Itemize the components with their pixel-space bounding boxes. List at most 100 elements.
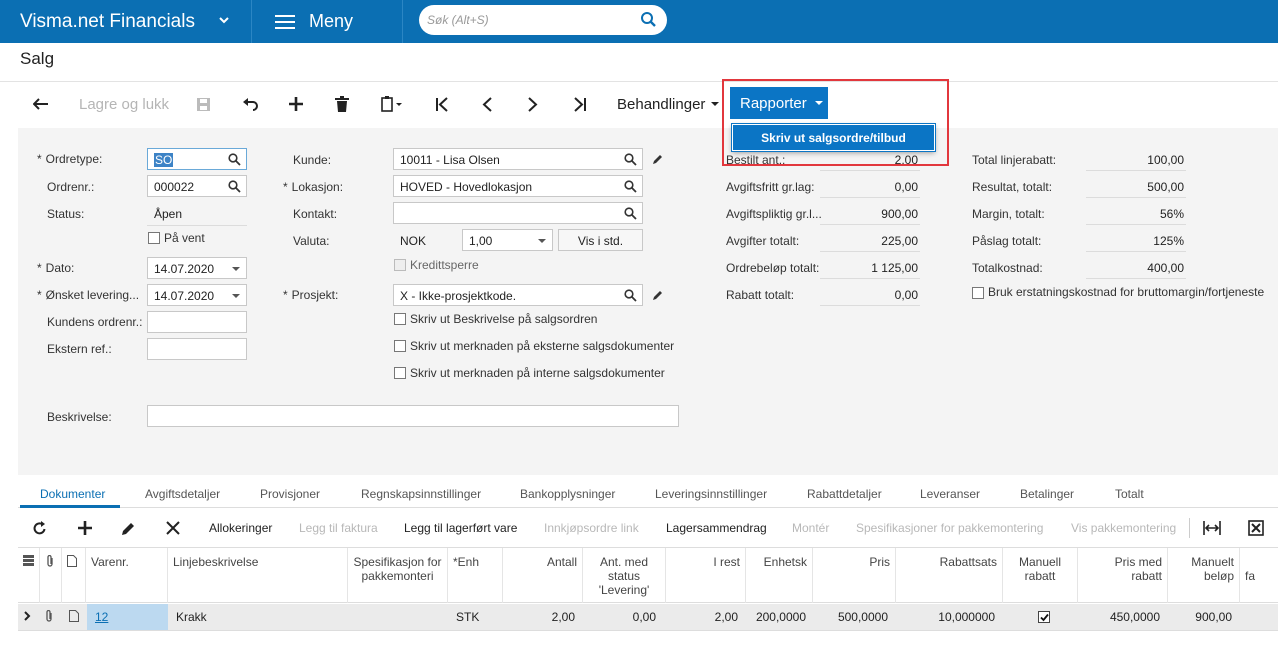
caret-down-icon[interactable]	[232, 294, 240, 298]
caret-down-icon[interactable]	[232, 267, 240, 271]
save-close-button[interactable]: Lagre og lukk	[79, 90, 169, 118]
col-linjebeskrivelse[interactable]: Linjebeskrivelse	[168, 548, 348, 603]
last-record-button[interactable]	[573, 90, 587, 118]
onsket-levering-field[interactable]: 14.07.2020	[147, 284, 247, 306]
delete-button[interactable]	[335, 90, 349, 118]
tab-leveringsinnstillinger[interactable]: Leveringsinnstillinger	[655, 487, 767, 501]
fit-columns-button[interactable]	[1203, 517, 1221, 539]
paperclip-icon[interactable]	[44, 604, 54, 630]
ekstern-ref-field[interactable]	[147, 338, 247, 360]
row-selector-header[interactable]	[18, 548, 40, 603]
col-enh[interactable]: *Enh	[448, 548, 503, 603]
copy-paste-button[interactable]	[381, 90, 403, 118]
ordrenr-field[interactable]: 000022	[147, 175, 247, 197]
dato-field[interactable]: 14.07.2020	[147, 257, 247, 279]
col-i-rest[interactable]: I rest	[666, 548, 746, 603]
cb-eksterne[interactable]	[394, 340, 406, 352]
edit-icon[interactable]	[652, 289, 664, 301]
kurs-field[interactable]: 1,00	[462, 229, 553, 251]
search-icon[interactable]	[624, 289, 637, 302]
varenr-link[interactable]: 12	[87, 604, 168, 630]
col-pris[interactable]: Pris	[813, 548, 896, 603]
caret-down-icon[interactable]	[538, 239, 546, 243]
table-row[interactable]: 12 Krakk STK 2,00 0,00 2,00 200,0000 500…	[18, 604, 1278, 631]
row-expand-icon[interactable]	[24, 604, 31, 630]
note-icon[interactable]	[69, 604, 79, 630]
undo-button[interactable]	[242, 90, 259, 118]
app-switcher[interactable]: Visma.net Financials	[0, 0, 252, 43]
col-spesifikasjon[interactable]: Spesifikasjon for pakkemonteri	[348, 548, 448, 603]
tab-bankopplysninger[interactable]: Bankopplysninger	[520, 487, 615, 501]
refresh-button[interactable]	[32, 517, 47, 539]
spesifikasjoner-button[interactable]: Spesifikasjoner for pakkemontering	[856, 517, 1043, 539]
cell-ant-levering[interactable]: 0,00	[583, 604, 656, 630]
behandlinger-menu[interactable]: Behandlinger	[617, 90, 720, 118]
monter-button[interactable]: Montér	[792, 517, 829, 539]
col-antall[interactable]: Antall	[503, 548, 583, 603]
tab-betalinger[interactable]: Betalinger	[1020, 487, 1074, 501]
search-icon[interactable]	[624, 207, 637, 220]
kontakt-field[interactable]	[393, 202, 643, 224]
manuell-rabatt-checkbox[interactable]	[1038, 604, 1050, 630]
add-button[interactable]	[289, 90, 303, 118]
kundens-ordrenr-field[interactable]	[147, 311, 247, 333]
search-icon[interactable]	[640, 11, 657, 28]
beskrivelse-field[interactable]	[147, 405, 679, 427]
rapporter-menu[interactable]: Rapporter	[730, 87, 828, 119]
col-rabattsats[interactable]: Rabattsats	[896, 548, 1003, 603]
bruk-erstatning-checkbox[interactable]	[972, 287, 984, 299]
tab-provisjoner[interactable]: Provisjoner	[260, 487, 320, 501]
skriv-ut-salgsordre-menu-item[interactable]: Skriv ut salgsordre/tilbud	[731, 123, 936, 152]
search-icon[interactable]	[624, 180, 637, 193]
pavent-checkbox[interactable]	[148, 232, 160, 244]
cell-enh[interactable]: STK	[456, 604, 479, 630]
export-excel-button[interactable]	[1248, 517, 1264, 539]
tab-avgiftsdetaljer[interactable]: Avgiftsdetaljer	[145, 487, 220, 501]
tab-dokumenter[interactable]: Dokumenter	[40, 487, 105, 501]
cell-i-rest[interactable]: 2,00	[666, 604, 738, 630]
col-truncated[interactable]: fa	[1240, 548, 1278, 603]
innkjopsordre-link-button[interactable]: Innkjøpsordre link	[544, 517, 639, 539]
search-icon[interactable]	[228, 180, 241, 193]
cell-pris[interactable]: 500,0000	[813, 604, 888, 630]
cb-interne[interactable]	[394, 367, 406, 379]
lokasjon-field[interactable]: HOVED - Hovedlokasjon	[393, 175, 643, 197]
next-record-button[interactable]	[528, 90, 538, 118]
allokeringer-button[interactable]: Allokeringer	[209, 517, 272, 539]
menu-button[interactable]: Meny	[253, 0, 403, 43]
col-ant-levering[interactable]: Ant. med status 'Levering'	[583, 548, 666, 603]
search-icon[interactable]	[228, 153, 241, 166]
tab-totalt[interactable]: Totalt	[1115, 487, 1144, 501]
cell-pris-med-rabatt[interactable]: 450,0000	[1078, 604, 1160, 630]
delete-row-button[interactable]	[166, 517, 180, 539]
kunde-field[interactable]: 10011 - Lisa Olsen	[393, 148, 643, 170]
tab-regnskapsinnstillinger[interactable]: Regnskapsinnstillinger	[361, 487, 481, 501]
col-manuell-rabatt[interactable]: Manuell rabatt	[1003, 548, 1078, 603]
vis-i-std-button[interactable]: Vis i std.	[558, 229, 643, 251]
cell-enhetsk[interactable]: 200,0000	[746, 604, 806, 630]
ordretype-field[interactable]: SO	[147, 148, 247, 170]
add-row-button[interactable]	[78, 517, 92, 539]
legg-til-faktura-button[interactable]: Legg til faktura	[299, 517, 378, 539]
cell-beskrivelse[interactable]: Krakk	[176, 604, 207, 630]
save-button[interactable]	[196, 90, 211, 118]
legg-til-lagerfort-vare-button[interactable]: Legg til lagerført vare	[404, 517, 517, 539]
col-varenr[interactable]: Varenr.	[86, 548, 168, 603]
col-manuelt-belop[interactable]: Manuelt beløp	[1168, 548, 1240, 603]
search-icon[interactable]	[624, 153, 637, 166]
tab-rabattdetaljer[interactable]: Rabattdetaljer	[807, 487, 882, 501]
cell-manuelt-belop[interactable]: 900,00	[1168, 604, 1232, 630]
vis-pakkemontering-button[interactable]: Vis pakkemontering	[1071, 517, 1176, 539]
previous-record-button[interactable]	[482, 90, 492, 118]
col-enhetsk[interactable]: Enhetsk	[746, 548, 813, 603]
cell-antall[interactable]: 2,00	[503, 604, 575, 630]
cb-beskrivelse[interactable]	[394, 313, 406, 325]
prosjekt-field[interactable]: X - Ikke-prosjektkode.	[393, 284, 643, 306]
edit-row-button[interactable]	[121, 517, 136, 539]
lagersammendrag-button[interactable]: Lagersammendrag	[666, 517, 767, 539]
cell-rabattsats[interactable]: 10,000000	[896, 604, 995, 630]
col-pris-med-rabatt[interactable]: Pris med rabatt	[1078, 548, 1168, 603]
back-button[interactable]	[33, 90, 49, 118]
search-input[interactable]: Søk (Alt+S)	[419, 5, 667, 35]
first-record-button[interactable]	[435, 90, 449, 118]
